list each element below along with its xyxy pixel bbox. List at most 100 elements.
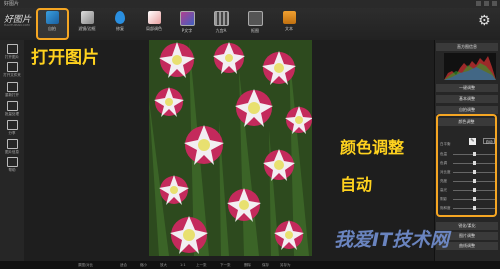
slider-row[interactable]: 亮度 <box>440 178 496 184</box>
slider-row[interactable]: 色调 <box>440 160 496 166</box>
selfie-adjust-header[interactable]: 自拍调整 <box>436 106 498 114</box>
sidebar-item-label: 打开图片 <box>5 55 19 59</box>
tool-label: P文字 <box>181 28 193 33</box>
slider-knob[interactable] <box>473 170 476 174</box>
bottom-item-prev[interactable]: 上一张 <box>196 261 207 269</box>
rocket-icon <box>147 11 161 24</box>
tool-label: 文本 <box>285 26 293 31</box>
slider-label: 亮度 <box>440 179 447 183</box>
open-folder-icon <box>6 44 18 54</box>
tool-repair[interactable]: 修复 <box>107 10 133 36</box>
film-icon <box>213 11 229 26</box>
annotation-open-image: 打开图片 <box>31 48 99 68</box>
bottom-item-compare[interactable]: 原图/对比 <box>78 261 93 269</box>
one-click-adjust-header[interactable]: 一键调整 <box>436 84 498 92</box>
slider-label: 对比度 <box>440 170 451 174</box>
slider-knob[interactable] <box>473 188 476 192</box>
sidebar-item-label: 重新打开 <box>5 93 19 97</box>
grid-icon <box>247 11 263 26</box>
bottom-item-delete[interactable]: 删除 <box>244 261 251 269</box>
slider-row[interactable]: 高光 <box>440 187 496 193</box>
basic-adjust-header[interactable]: 基本调整 <box>436 95 498 103</box>
slider-knob[interactable] <box>473 206 476 210</box>
slider-row[interactable]: 阴影 <box>440 196 496 202</box>
slider-label: 饱和度 <box>440 206 451 210</box>
share-icon <box>6 120 18 130</box>
slider-row[interactable]: 饱和度 <box>440 205 496 211</box>
folder-icon <box>6 62 18 72</box>
sidebar-item-batch[interactable]: 批量处理 <box>2 101 22 117</box>
bottom-item-next[interactable]: 下一张 <box>220 261 231 269</box>
tool-label: 抠图 <box>251 28 259 33</box>
slider-row[interactable]: 色温 <box>440 151 496 157</box>
annotation-color-adjust: 颜色调整 <box>340 138 405 157</box>
window-controls <box>476 1 497 6</box>
sidebar-item-share[interactable]: 分享 <box>2 120 22 136</box>
water-drop-icon <box>115 11 125 24</box>
plus-icon <box>6 82 18 92</box>
slider-row[interactable]: 白平衡 <box>440 141 496 147</box>
bottom-item-fit[interactable]: 适合 <box>120 261 127 269</box>
tool-label: 九宫A <box>215 28 227 33</box>
minimize-icon[interactable] <box>476 1 481 6</box>
tool-label: 自拍 <box>48 26 56 31</box>
slider-knob[interactable] <box>473 161 476 165</box>
histogram-chart <box>444 53 496 80</box>
tool-label: 修复 <box>116 26 124 31</box>
sidebar-item-help[interactable]: 帮助 <box>2 157 22 173</box>
annotation-auto: 自动 <box>340 175 373 194</box>
brush-icon <box>80 11 94 24</box>
watermark-text: 我爱IT技术网 <box>334 229 450 251</box>
slider-label: 白平衡 <box>440 142 451 146</box>
tool-cutout[interactable]: 抠图 <box>242 10 268 36</box>
pen-icon <box>45 11 59 24</box>
slider-label: 色调 <box>440 161 447 165</box>
tool-p-text[interactable]: P文字 <box>174 10 200 36</box>
tool-text[interactable]: 文本 <box>276 10 302 36</box>
help-icon <box>6 157 18 167</box>
app-logo-sub: HAOTUPIAN.COM <box>4 23 30 27</box>
bottom-item-save-as[interactable]: 另存为 <box>280 261 291 269</box>
tool-label: 滤镜/边框 <box>78 26 96 31</box>
sidebar-item-open-folder[interactable]: 打开文件夹 <box>2 62 22 78</box>
sidebar-item-label: 打开文件夹 <box>3 73 21 77</box>
tool-nine-grid[interactable]: 九宫A <box>208 10 234 36</box>
bottom-bar: 原图/对比 适合 缩小 放大 1:1 上一张 下一张 删除 保存 另存为 <box>0 261 500 269</box>
bottom-item-zoom-in[interactable]: 放大 <box>160 261 167 269</box>
sidebar-item-reopen[interactable]: 重新打开 <box>2 82 22 98</box>
sidebar-item-image-info[interactable]: 图片信息 <box>2 139 22 155</box>
bottom-item-save[interactable]: 保存 <box>262 261 269 269</box>
maximize-icon[interactable] <box>484 1 489 6</box>
color-adjust-header[interactable]: 颜色调整 <box>438 118 495 126</box>
tulip-image <box>149 40 312 256</box>
histogram-svg <box>444 56 496 80</box>
slider-knob[interactable] <box>473 197 476 201</box>
bottom-item-actual-size[interactable]: 1:1 <box>180 261 186 269</box>
slider-label: 阴影 <box>440 197 447 201</box>
histogram-header[interactable]: 直方图信息 <box>436 43 498 51</box>
tool-label: 局部调色 <box>146 26 162 31</box>
image-icon <box>6 139 18 149</box>
tulip-photo[interactable] <box>149 40 312 256</box>
sidebar-item-open-image[interactable]: 打开图片 <box>2 44 22 60</box>
bottom-item-zoom-out[interactable]: 缩小 <box>140 261 147 269</box>
text-icon <box>282 11 296 24</box>
close-icon[interactable] <box>492 1 497 6</box>
window-title: 好图片 <box>4 1 20 7</box>
slider-row[interactable]: 对比度 <box>440 169 496 175</box>
slider-label: 高光 <box>440 188 447 192</box>
photo-icon <box>179 11 195 26</box>
tool-pen[interactable]: 自拍 <box>39 10 65 36</box>
sidebar-item-label: 批量处理 <box>5 112 19 116</box>
slider-knob[interactable] <box>473 179 476 183</box>
title-bar: 好图片 <box>0 0 500 8</box>
play-icon <box>6 101 18 111</box>
gear-icon[interactable]: ⚙ <box>478 14 492 28</box>
tool-filter-border[interactable]: 滤镜/边框 <box>74 10 100 36</box>
sidebar-item-label: 图片信息 <box>5 150 19 154</box>
slider-label: 色温 <box>440 152 447 156</box>
tool-local-color[interactable]: 局部调色 <box>141 10 167 36</box>
sidebar-item-label: 分享 <box>8 131 16 135</box>
sidebar-item-label: 帮助 <box>8 168 16 172</box>
slider-knob[interactable] <box>473 152 476 156</box>
